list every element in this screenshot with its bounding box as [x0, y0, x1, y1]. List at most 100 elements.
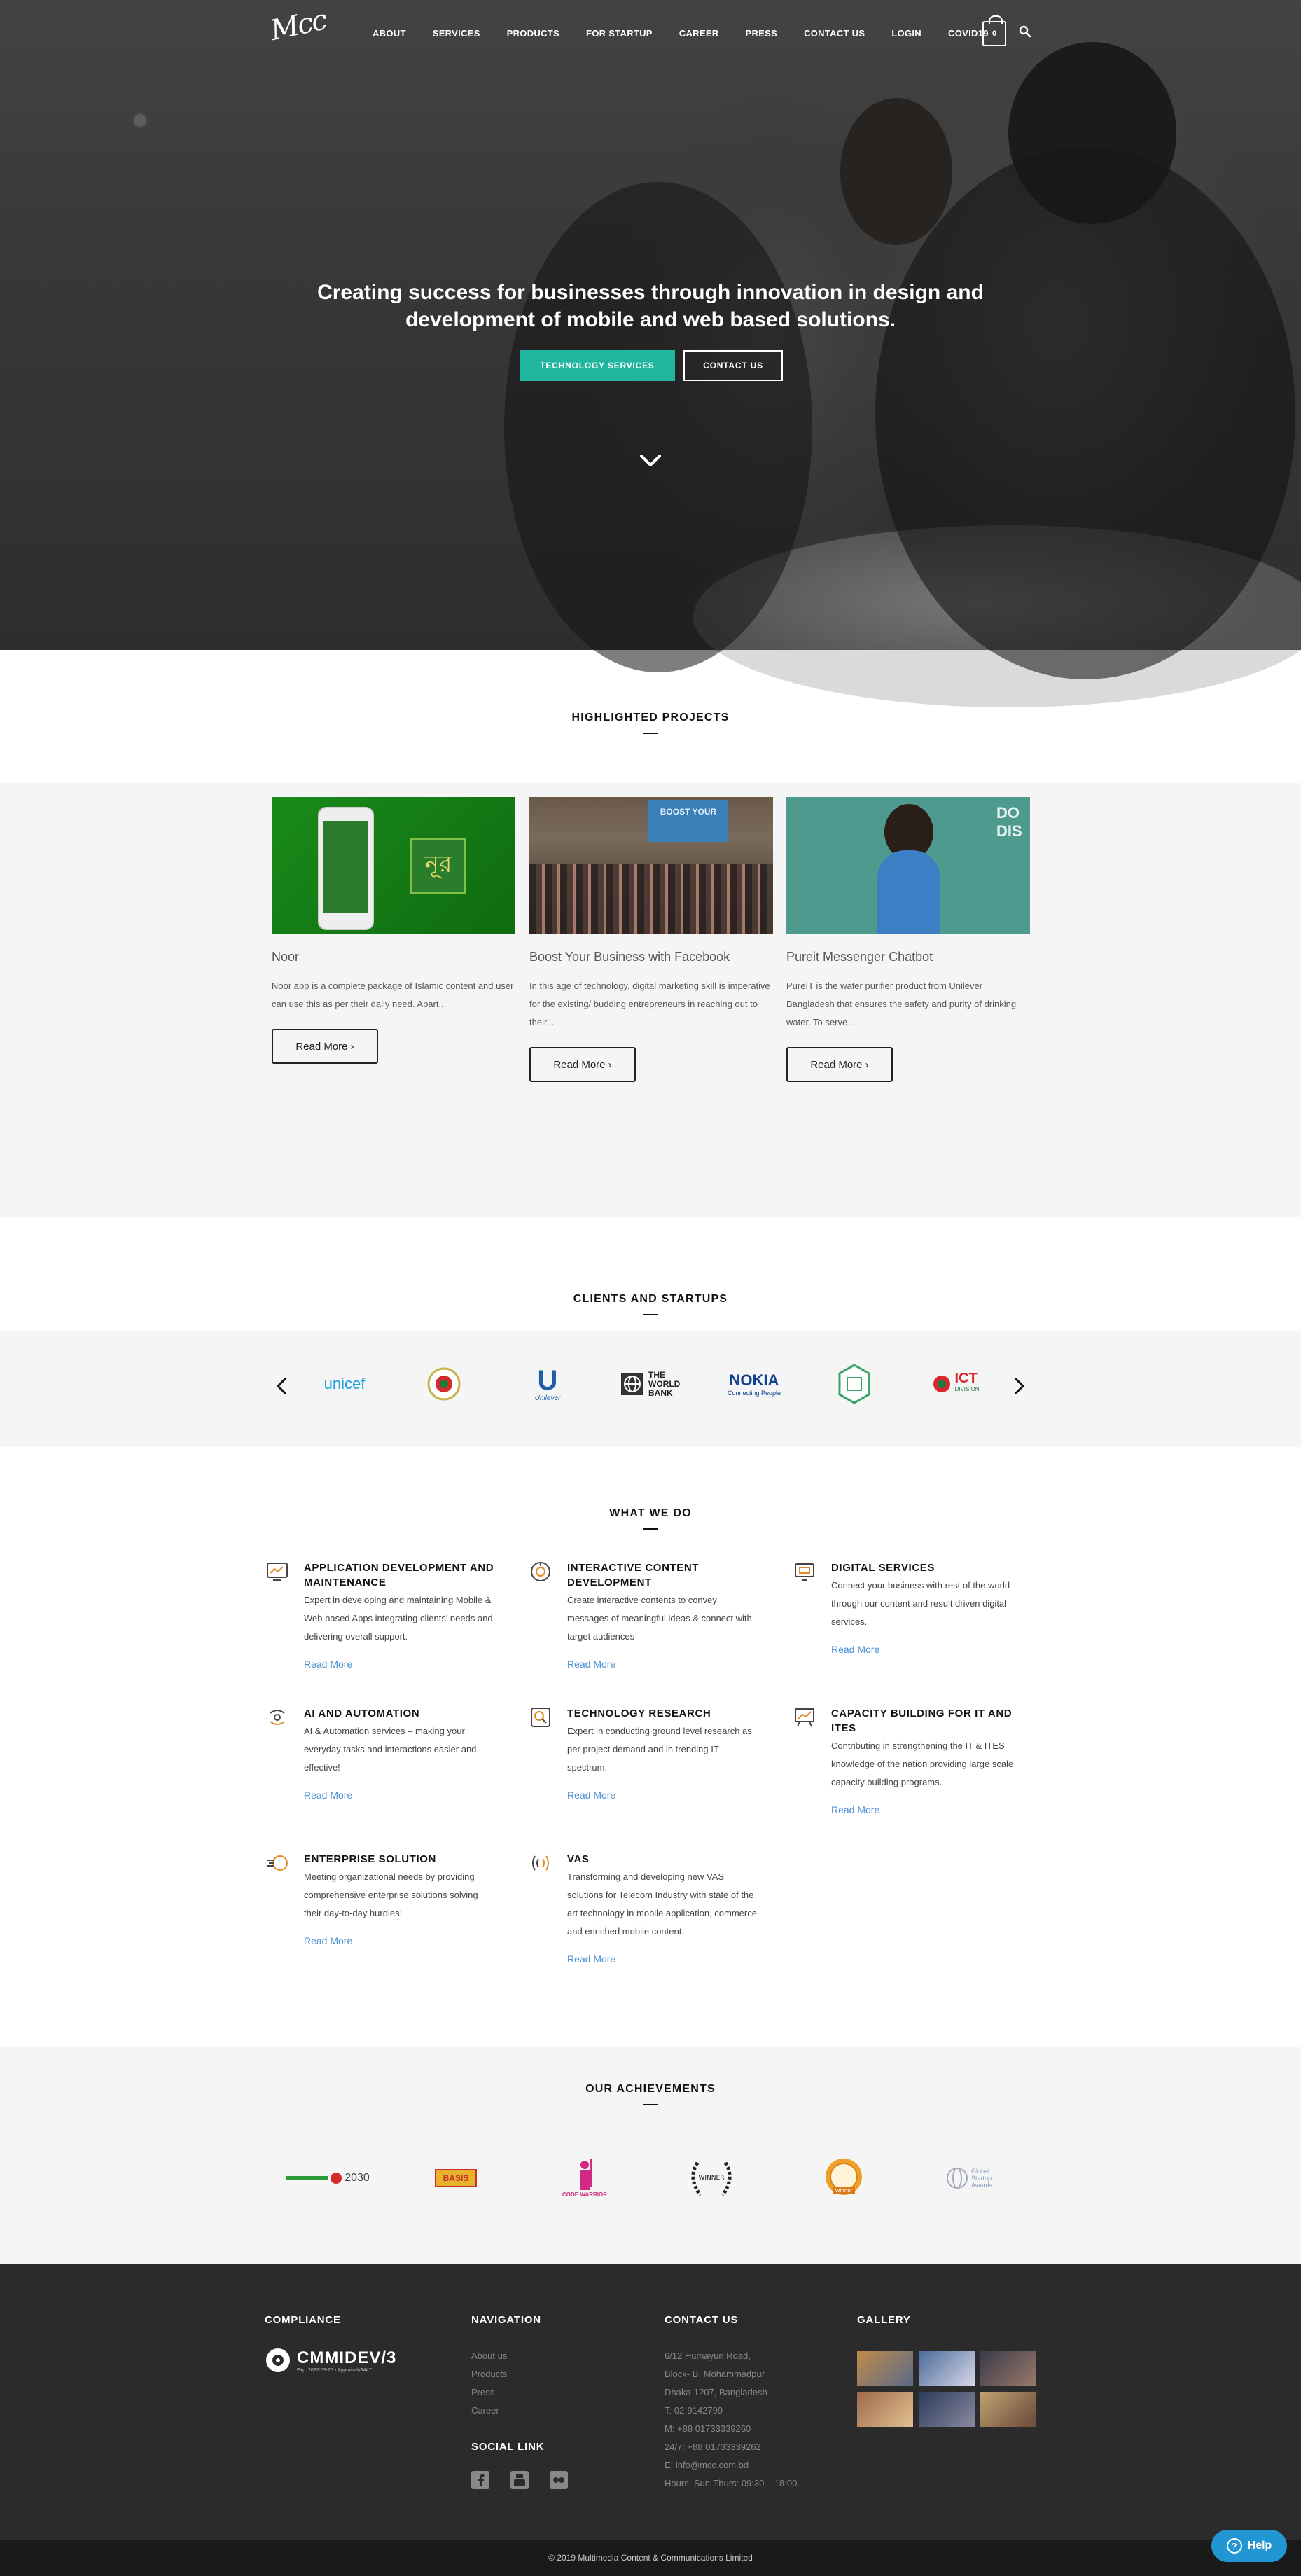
footer-link-products[interactable]: Products	[471, 2365, 568, 2383]
contact-email[interactable]: E: info@mcc.com.bd	[665, 2456, 797, 2474]
social-links	[471, 2471, 568, 2489]
main-menu: ABOUT SERVICES PRODUCTS FOR STARTUP CARE…	[373, 28, 1015, 39]
search-icon[interactable]	[1019, 25, 1031, 38]
client-logo-govt-bangladesh[interactable]	[423, 1362, 465, 1406]
child-body	[877, 850, 940, 934]
project-title[interactable]: Pureit Messenger Chatbot	[786, 950, 1030, 964]
cmmi-badge[interactable]: CMMIDEV/3 Exp. 2022-03-26 • Appraisal#34…	[265, 2347, 396, 2374]
nav-about[interactable]: ABOUT	[373, 28, 406, 39]
service-read-more-link[interactable]: Read More	[567, 1659, 615, 1670]
nav-products[interactable]: PRODUCTS	[507, 28, 559, 39]
gallery-thumbnail[interactable]	[857, 2351, 913, 2386]
nav-career[interactable]: CAREER	[679, 28, 719, 39]
mcc-logo[interactable]: Mcc	[267, 4, 329, 59]
gallery-thumbnail[interactable]	[857, 2392, 913, 2427]
client-logo-nokia[interactable]: NOKIA Connecting People	[723, 1362, 786, 1406]
clients-title: CLIENTS AND STARTUPS	[0, 1293, 1301, 1315]
client-logo-unicef[interactable]: unicef	[311, 1362, 378, 1406]
question-icon: ?	[1226, 2538, 1242, 2554]
client-logo-world-bank[interactable]: THE WORLD BANK	[619, 1362, 689, 1406]
read-more-button[interactable]: Read More ›	[786, 1047, 893, 1082]
contact-hotline[interactable]: 24/7: +88 01733339262	[665, 2438, 797, 2456]
gallery-thumbnail[interactable]	[980, 2392, 1036, 2427]
footer-link-career[interactable]: Career	[471, 2402, 568, 2420]
achievement-basis[interactable]: BASIS	[424, 2152, 487, 2205]
nav-press[interactable]: PRESS	[745, 28, 777, 39]
contact-address-line: 6/12 Humayun Road,	[665, 2350, 751, 2361]
read-more-button[interactable]: Read More ›	[272, 1029, 378, 1064]
enterprise-icon	[267, 1855, 288, 1871]
nav-for-startup[interactable]: FOR STARTUP	[586, 28, 653, 39]
footer-link-press[interactable]: Press	[471, 2383, 568, 2402]
help-button[interactable]: ? Help	[1211, 2530, 1287, 2562]
facebook-icon[interactable]	[471, 2471, 489, 2489]
gallery-thumbnail[interactable]	[919, 2351, 975, 2386]
footer-navigation: NAVIGATION About us Products Press Caree…	[471, 2314, 568, 2489]
hero-wall-dot	[132, 112, 148, 129]
service-read-more-link[interactable]: Read More	[304, 1935, 352, 1946]
chevron-left-icon[interactable]	[274, 1377, 288, 1395]
nav-contact-us[interactable]: CONTACT US	[804, 28, 865, 39]
footer-contact-title: CONTACT US	[665, 2314, 739, 2326]
service-description: Contributing in strengthening the IT & I…	[831, 1740, 1014, 1787]
youtube-icon[interactable]	[510, 2471, 529, 2489]
flickr-icon[interactable]	[550, 2471, 568, 2489]
hero-contact-button[interactable]: CONTACT US	[683, 350, 783, 381]
hero-headline: Creating success for businesses through …	[317, 281, 984, 331]
top-navigation: Mcc ABOUT SERVICES PRODUCTS FOR STARTUP …	[0, 0, 1301, 70]
project-description: In this age of technology, digital marke…	[529, 981, 770, 1027]
service-app-development: APPLICATION DEVELOPMENT AND MAINTENANCE …	[266, 1560, 497, 1671]
service-description: Expert in developing and maintaining Mob…	[304, 1595, 493, 1642]
service-ai-automation: AI AND AUTOMATION AI & Automation servic…	[266, 1706, 497, 1802]
technology-services-button[interactable]: TECHNOLOGY SERVICES	[520, 350, 675, 381]
service-read-more-link[interactable]: Read More	[831, 1804, 879, 1815]
service-vas: VAS Transforming and developing new VAS …	[529, 1852, 760, 1966]
footer-contact: CONTACT US 6/12 Humayun Road, Block- B, …	[665, 2314, 797, 2493]
projects-title: HIGHLIGHTED PROJECTS	[0, 712, 1301, 734]
achievement-winner-laurel[interactable]: WINNER	[683, 2152, 739, 2205]
contact-hours: Hours: Sun-Thurs: 09:30 – 18:00	[665, 2478, 798, 2488]
contact-phone[interactable]: T: 02-9142799	[665, 2402, 797, 2420]
gallery-thumbnail[interactable]	[980, 2351, 1036, 2386]
contact-address-line: Dhaka-1207, Bangladesh	[665, 2387, 767, 2397]
achievements-background	[0, 2047, 1301, 2264]
phone-mockup	[318, 807, 374, 930]
chevron-right-icon[interactable]	[1013, 1377, 1027, 1395]
project-image-pureit[interactable]: DO DIS	[786, 797, 1030, 934]
laurel-icon: WINNER	[691, 2161, 732, 2196]
hero-head-left	[840, 98, 952, 245]
project-card-pureit: DO DIS Pureit Messenger Chatbot PureIT i…	[786, 797, 1030, 1082]
nav-services[interactable]: SERVICES	[433, 28, 480, 39]
service-description: Create interactive contents to convey me…	[567, 1595, 752, 1642]
read-more-button[interactable]: Read More ›	[529, 1047, 636, 1082]
client-logo-bangladesh-bank[interactable]	[833, 1362, 875, 1406]
footer-link-about[interactable]: About us	[471, 2347, 568, 2365]
project-title[interactable]: Boost Your Business with Facebook	[529, 950, 773, 964]
laurel-text: WINNER	[699, 2175, 725, 2182]
chevron-down-icon[interactable]	[639, 448, 662, 472]
service-read-more-link[interactable]: Read More	[567, 1953, 615, 1965]
service-description: AI & Automation services – making your e…	[304, 1726, 477, 1773]
boost-banner: BOOST YOUR	[648, 800, 728, 842]
digital-services-icon	[795, 1563, 814, 1581]
cart-icon[interactable]: 0	[982, 15, 1006, 46]
client-logo-ict-division[interactable]: ICT DIVISION	[927, 1362, 985, 1406]
project-image-boost[interactable]: BOOST YOUR	[529, 797, 773, 934]
service-read-more-link[interactable]: Read More	[567, 1789, 615, 1801]
project-title[interactable]: Noor	[272, 950, 515, 964]
gallery-thumbnail[interactable]	[919, 2392, 975, 2427]
achievement-global-startup-awards[interactable]: Global Startup Awards	[941, 2152, 1011, 2205]
achievement-winner-medal[interactable]: Winner	[819, 2152, 868, 2205]
client-logo-unilever[interactable]: U Unilever	[525, 1362, 570, 1406]
monitor-icon	[267, 1563, 288, 1581]
contact-mobile[interactable]: M: +88 01733339260	[665, 2420, 797, 2438]
service-read-more-link[interactable]: Read More	[304, 1789, 352, 1801]
service-read-more-link[interactable]: Read More	[831, 1644, 879, 1655]
service-enterprise-solution: ENTERPRISE SOLUTION Meeting organization…	[266, 1852, 497, 1948]
service-description: Connect your business with rest of the w…	[831, 1580, 1010, 1627]
nav-login[interactable]: LOGIN	[891, 28, 921, 39]
achievement-2030[interactable]: 2030	[286, 2152, 370, 2205]
service-read-more-link[interactable]: Read More	[304, 1659, 352, 1670]
project-image-noor[interactable]: নূর	[272, 797, 515, 934]
achievement-code-warrior[interactable]: CODE WARRIOR	[560, 2152, 609, 2205]
